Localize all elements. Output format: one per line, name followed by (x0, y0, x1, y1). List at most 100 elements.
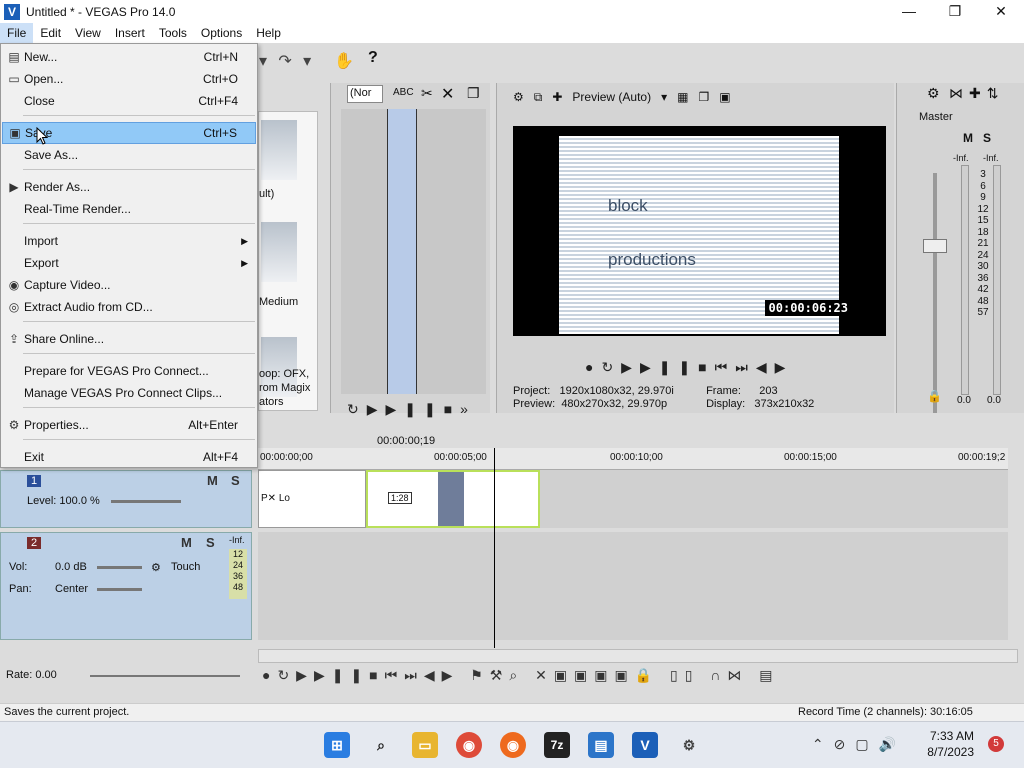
file-menu-open[interactable]: ▭ Open... Ctrl+O (2, 68, 256, 90)
chrome-icon[interactable]: ◉ (456, 732, 482, 758)
copy-icon[interactable]: ❐ (467, 85, 480, 102)
close-button[interactable]: ✕ (978, 0, 1024, 23)
preview-toolbar: ⚙ ⧉ ✚ Preview (Auto) ▾ ▦ ❐ ▣ (513, 87, 731, 107)
pan-value: Center (55, 583, 89, 595)
delete-icon[interactable]: ✕ (441, 84, 454, 104)
menu-options[interactable]: Options (194, 23, 249, 43)
audio-track-area[interactable] (258, 532, 1008, 640)
preview-screen[interactable]: block productions 00:00:06:23 (513, 126, 886, 336)
chevron-down-icon[interactable]: ▾ (661, 90, 667, 104)
mute-button[interactable]: M (207, 473, 218, 488)
menu-separator (23, 439, 255, 440)
media-thumbnail[interactable] (261, 120, 297, 180)
video-clip[interactable]: P✕ Lo (258, 470, 366, 528)
master-fader[interactable] (933, 173, 937, 413)
firefox-icon[interactable]: ◉ (500, 732, 526, 758)
grid-icon[interactable]: ▦ (677, 90, 688, 104)
trimmer-select[interactable]: (Nor (347, 85, 383, 103)
menu-view[interactable]: View (68, 23, 108, 43)
trimmer-selection[interactable] (387, 109, 417, 394)
preview-transport[interactable]: ●↻▶▶❚❚■⏮⏭◀▶ (585, 359, 793, 376)
mute-button[interactable]: M (181, 535, 192, 550)
maximize-button[interactable]: ❐ (932, 0, 978, 23)
menu-tools[interactable]: Tools (152, 23, 194, 43)
pan-slider[interactable] (97, 588, 142, 591)
file-menu-save-as[interactable]: Save As... (2, 144, 256, 166)
notepad-icon[interactable]: ▤ (588, 732, 614, 758)
file-menu-share-online[interactable]: ⇪ Share Online... (2, 328, 256, 350)
trimmer-transport[interactable]: ↻▶▶❚❚■» (347, 401, 476, 418)
file-menu-render-as[interactable]: ▶ Render As... (2, 176, 256, 198)
render-icon: ▶ (9, 180, 19, 194)
7zip-icon[interactable]: 7z (544, 732, 570, 758)
save-frame-icon[interactable]: ▣ (719, 90, 730, 104)
lock-icon[interactable]: 🔒 (927, 389, 942, 403)
arrow-icon[interactable]: ▾ (303, 51, 311, 71)
mute-button[interactable]: M (963, 131, 973, 145)
rate-slider[interactable] (90, 675, 240, 677)
menu-insert[interactable]: Insert (108, 23, 152, 43)
settings-icon[interactable]: ⚙ (676, 732, 702, 758)
cut-icon[interactable]: ✂ (421, 85, 433, 102)
timeline-ruler[interactable]: 00:00:00;00 00:00:05;00 00:00:10;00 00:0… (258, 448, 1008, 470)
vegas-taskbar-icon[interactable]: V (632, 732, 658, 758)
file-menu-manage-vegas-pro-connect-clips[interactable]: Manage VEGAS Pro Connect Clips... (2, 382, 256, 404)
media-thumbnail[interactable] (261, 222, 297, 282)
dropdown-arrow-icon[interactable]: ▾ (259, 51, 267, 71)
solo-button[interactable]: S (983, 131, 991, 145)
menu-file[interactable]: File (0, 23, 34, 43)
gear-icon[interactable]: ⚙ (513, 90, 524, 104)
file-menu-exit[interactable]: Exit Alt+F4 (2, 446, 256, 468)
file-menu-new[interactable]: ▤ New... Ctrl+N (2, 46, 256, 68)
menu-edit[interactable]: Edit (33, 23, 68, 43)
status-bar: Saves the current project. Record Time (… (0, 703, 1024, 721)
menu-help[interactable]: Help (249, 23, 288, 43)
split-icon[interactable]: ⧉ (534, 90, 543, 105)
clip-transition (438, 472, 464, 526)
clock[interactable]: 7:33 AM 8/7/2023 (927, 728, 974, 760)
track-header-video[interactable]: 1 M S Level: 100.0 % (0, 470, 252, 528)
file-menu-close[interactable]: Close Ctrl+F4 (2, 90, 256, 112)
level-slider[interactable] (111, 500, 181, 503)
copy-frame-icon[interactable]: ❐ (698, 90, 709, 104)
volume-slider[interactable] (97, 566, 142, 569)
file-menu-capture-video[interactable]: ◉ Capture Video... (2, 274, 256, 296)
redo-icon[interactable]: ↷ (278, 51, 291, 71)
file-menu-import[interactable]: Import ▶ (2, 230, 256, 252)
start-icon[interactable]: ⊞ (324, 732, 350, 758)
search-icon[interactable]: ⌕ (368, 732, 394, 758)
file-menu-properties[interactable]: ⚙ Properties... Alt+Enter (2, 414, 256, 436)
timeline-scrollbar[interactable] (258, 649, 1018, 663)
media-label: oop: OFX, (259, 368, 310, 380)
gear-icon[interactable]: ⚙ (927, 85, 940, 102)
file-explorer-icon[interactable]: ▭ (412, 732, 438, 758)
open-folder-icon: ▭ (8, 72, 20, 86)
playhead[interactable] (494, 448, 495, 648)
automation-mode[interactable]: Touch (171, 561, 200, 573)
file-menu-prepare-for-vegas-pro-connect[interactable]: Prepare for VEGAS Pro Connect... (2, 360, 256, 382)
video-track-area[interactable]: P✕ Lo 1:28 (258, 470, 1008, 528)
file-menu-real-time-render[interactable]: Real-Time Render... (2, 198, 256, 220)
fader-handle[interactable] (923, 239, 947, 253)
preview-quality-dropdown[interactable]: Preview (Auto) (572, 90, 651, 104)
menu-item-label: Open... (24, 72, 64, 86)
notification-badge[interactable]: 5 (988, 736, 1004, 752)
window-title: Untitled * - VEGAS Pro 14.0 (26, 4, 176, 19)
submenu-arrow-icon: ▶ (241, 257, 248, 268)
file-menu-export[interactable]: Export ▶ (2, 252, 256, 274)
trimmer-toolbar: (Nor ABC ✂ ✕ ❐ (337, 83, 487, 107)
video-clip-selected[interactable]: 1:28 (366, 470, 540, 528)
gear-icon[interactable]: ⚙ (151, 561, 161, 574)
text-icon[interactable]: ABC (393, 87, 414, 98)
file-menu-extract-audio-from-cd[interactable]: ◎ Extract Audio from CD... (2, 296, 256, 318)
track-header-audio[interactable]: 2 M S -Inf. Vol: 0.0 dB ⚙ Touch Pan: Cen… (0, 532, 252, 640)
minimize-button[interactable]: — (886, 0, 932, 23)
help-icon[interactable]: ? (368, 49, 378, 67)
solo-button[interactable]: S (206, 535, 215, 550)
mixer-tools-icon[interactable]: ⋈✚⇅ (949, 85, 1004, 102)
solo-button[interactable]: S (231, 473, 240, 488)
overlay-icon[interactable]: ✚ (552, 90, 562, 104)
system-tray[interactable]: ⌃⊘▢🔊 (812, 736, 906, 753)
transport-controls[interactable]: ●↻▶▶❚❚■⏮⏭◀▶ ⚑⚒⌕ ✕▣▣▣▣🔒 ▯▯ ∩⋈ ▤ (262, 667, 780, 684)
hand-tool-icon[interactable]: ✋ (334, 51, 354, 71)
